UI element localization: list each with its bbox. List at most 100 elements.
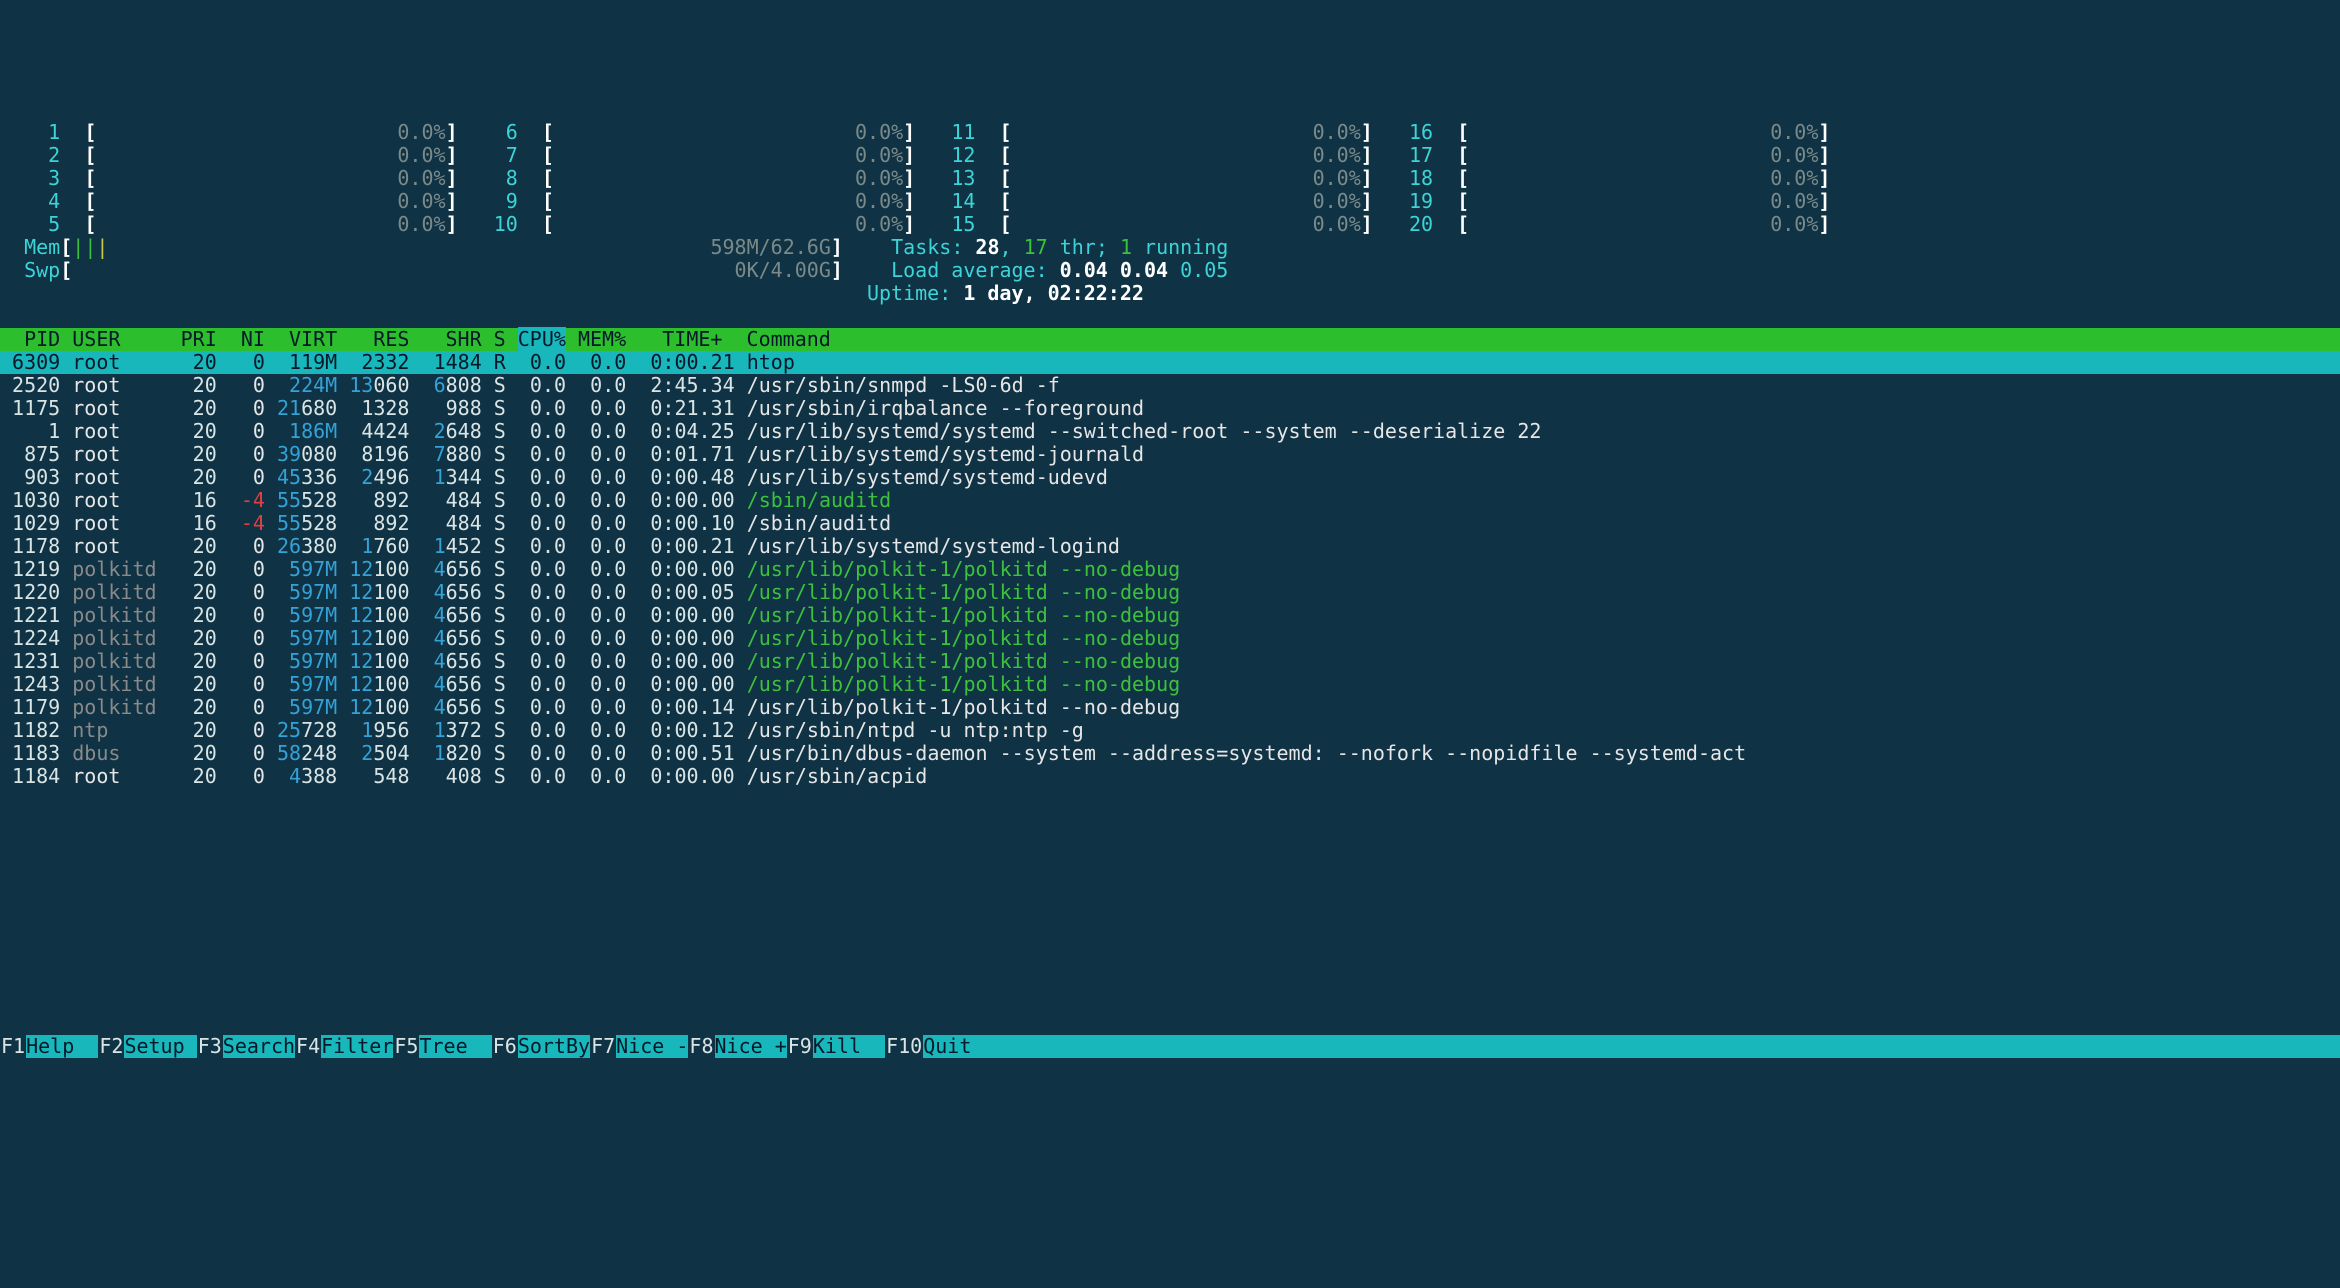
cpu-percent: 0.0%: [843, 212, 903, 236]
mem-pct: 0.0: [578, 580, 626, 604]
fkey-F9: F9: [787, 1035, 813, 1058]
cpu-pct: 0.0: [518, 557, 566, 581]
fkey-F8: F8: [688, 1035, 714, 1058]
process-row[interactable]: 1029 root 16 -4 55528 892 484 S 0.0 0.0 …: [0, 512, 2340, 535]
time: 0:00.00: [638, 764, 734, 788]
virt: 45336: [277, 465, 337, 489]
command: /usr/lib/polkit-1/polkitd --no-debug: [747, 626, 1180, 650]
cpu-meter: 16: [1397, 120, 1457, 144]
ni: 0: [241, 396, 265, 420]
cpu-pct: 0.0: [518, 718, 566, 742]
res: 1328: [349, 396, 409, 420]
cpu-meter: 7: [482, 143, 542, 167]
process-row[interactable]: 1178 root 20 0 26380 1760 1452 S 0.0 0.0…: [0, 535, 2340, 558]
fkey-label-F10[interactable]: Quit: [923, 1035, 995, 1058]
fkey-label-F9[interactable]: Kill: [813, 1035, 885, 1058]
cpu-meter: 14: [939, 189, 999, 213]
fkey-label-F6[interactable]: SortBy: [518, 1035, 590, 1058]
fkey-label-F7[interactable]: Nice -: [616, 1035, 688, 1058]
process-row[interactable]: 1175 root 20 0 21680 1328 988 S 0.0 0.0 …: [0, 397, 2340, 420]
user: root: [72, 488, 168, 512]
process-row[interactable]: 1179 polkitd 20 0 597M 12100 4656 S 0.0 …: [0, 696, 2340, 719]
pid: 1178: [0, 534, 60, 558]
cpu-percent: 0.0%: [385, 166, 445, 190]
virt: 26380: [277, 534, 337, 558]
cpu-pct: 0.0: [518, 649, 566, 673]
process-row[interactable]: 1 root 20 0 186M 4424 2648 S 0.0 0.0 0:0…: [0, 420, 2340, 443]
state: S: [494, 465, 506, 489]
state: S: [494, 373, 506, 397]
res: 13060: [349, 373, 409, 397]
time: 0:00.21: [638, 534, 734, 558]
res: 12100: [349, 695, 409, 719]
process-header[interactable]: PID USER PRI NI VIRT RES SHR S CPU% MEM%…: [0, 328, 2340, 351]
cpu-percent: 0.0%: [1758, 212, 1818, 236]
pid: 1221: [0, 603, 60, 627]
process-row[interactable]: 903 root 20 0 45336 2496 1344 S 0.0 0.0 …: [0, 466, 2340, 489]
pid: 1030: [0, 488, 60, 512]
time: 0:00.12: [638, 718, 734, 742]
cpu-pct: 0.0: [518, 741, 566, 765]
fkey-label-F1[interactable]: Help: [26, 1035, 98, 1058]
process-row[interactable]: 1030 root 16 -4 55528 892 484 S 0.0 0.0 …: [0, 489, 2340, 512]
shr: 7880: [422, 442, 482, 466]
pid: 1184: [0, 764, 60, 788]
ni: 0: [241, 580, 265, 604]
cpu-percent: 0.0%: [1758, 143, 1818, 167]
fkey-label-F2[interactable]: Setup: [124, 1035, 196, 1058]
res: 548: [349, 764, 409, 788]
virt: 25728: [277, 718, 337, 742]
shr: 484: [422, 488, 482, 512]
process-row[interactable]: 1219 polkitd 20 0 597M 12100 4656 S 0.0 …: [0, 558, 2340, 581]
process-row[interactable]: 1183 dbus 20 0 58248 2504 1820 S 0.0 0.0…: [0, 742, 2340, 765]
fkey-label-F3[interactable]: Search: [223, 1035, 295, 1058]
swp-value: 0K/4.00G: [722, 258, 830, 282]
time: 0:00.00: [638, 672, 734, 696]
mem-value: 598M/62.6G: [710, 235, 830, 259]
cpu-percent: 0.0%: [843, 120, 903, 144]
process-row[interactable]: 1224 polkitd 20 0 597M 12100 4656 S 0.0 …: [0, 627, 2340, 650]
time: 0:00.00: [638, 649, 734, 673]
ni: 0: [241, 718, 265, 742]
sort-column[interactable]: CPU%: [518, 327, 566, 351]
process-row[interactable]: 1182 ntp 20 0 25728 1956 1372 S 0.0 0.0 …: [0, 719, 2340, 742]
shr: 988: [422, 396, 482, 420]
process-row[interactable]: 1184 root 20 0 4388 548 408 S 0.0 0.0 0:…: [0, 765, 2340, 788]
state: S: [494, 603, 506, 627]
ni: -4: [241, 511, 265, 535]
process-row-selected[interactable]: 6309 root 20 0 119M 2332 1484 R 0.0 0.0 …: [0, 351, 2340, 374]
pri: 20: [181, 557, 217, 581]
fkey-label-F5[interactable]: Tree: [419, 1035, 491, 1058]
fkey-F3: F3: [197, 1035, 223, 1058]
cpu-row: 1 [ 0.0%] 6 [ 0.0%] 11 [ 0.0%] 16 [ 0.0%…: [0, 121, 2340, 144]
command: /usr/sbin/acpid: [747, 764, 928, 788]
state: S: [494, 580, 506, 604]
cpu-meter: 13: [939, 166, 999, 190]
shr: 1820: [422, 741, 482, 765]
ni: 0: [241, 603, 265, 627]
res: 12100: [349, 649, 409, 673]
cpu-meter: 19: [1397, 189, 1457, 213]
pri: 20: [181, 442, 217, 466]
cpu-percent: 0.0%: [843, 189, 903, 213]
fkey-label-F4[interactable]: Filter: [321, 1035, 393, 1058]
cpu-meter: 9: [482, 189, 542, 213]
res: 12100: [349, 557, 409, 581]
process-row[interactable]: 1221 polkitd 20 0 597M 12100 4656 S 0.0 …: [0, 604, 2340, 627]
cpu-percent: 0.0%: [843, 166, 903, 190]
process-row[interactable]: 2520 root 20 0 224M 13060 6808 S 0.0 0.0…: [0, 374, 2340, 397]
command: /usr/lib/systemd/systemd-journald: [747, 442, 1144, 466]
time: 0:00.05: [638, 580, 734, 604]
process-row[interactable]: 1231 polkitd 20 0 597M 12100 4656 S 0.0 …: [0, 650, 2340, 673]
cpu-percent: 0.0%: [385, 212, 445, 236]
user: ntp: [72, 718, 168, 742]
cpu-pct: 0.0: [518, 764, 566, 788]
fkey-label-F8[interactable]: Nice +: [715, 1035, 787, 1058]
user: polkitd: [72, 603, 168, 627]
process-row[interactable]: 1220 polkitd 20 0 597M 12100 4656 S 0.0 …: [0, 581, 2340, 604]
mem-pct: 0.0: [578, 672, 626, 696]
pri: 20: [181, 649, 217, 673]
process-row[interactable]: 1243 polkitd 20 0 597M 12100 4656 S 0.0 …: [0, 673, 2340, 696]
process-row[interactable]: 875 root 20 0 39080 8196 7880 S 0.0 0.0 …: [0, 443, 2340, 466]
user: root: [72, 534, 168, 558]
